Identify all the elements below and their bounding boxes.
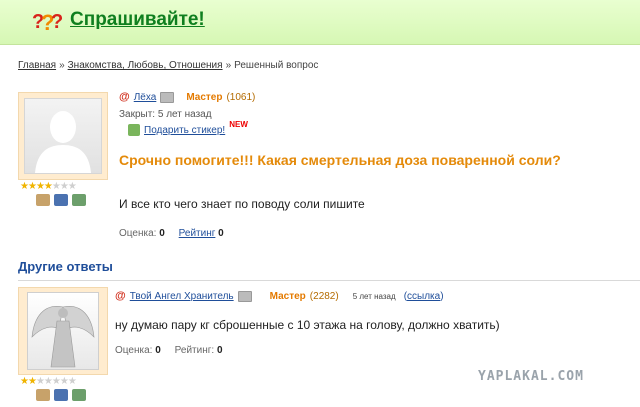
- svg-text:?: ?: [51, 11, 63, 33]
- breadcrumb-category[interactable]: Знакомства, Любовь, Отношения: [68, 60, 223, 71]
- at-icon: @: [119, 91, 130, 103]
- score-value: 0: [155, 345, 161, 356]
- star-icon: ★: [35, 376, 45, 387]
- blog-icon[interactable]: [72, 389, 86, 401]
- score-label: Оценка:: [119, 228, 157, 239]
- question-author-actions: [36, 194, 86, 206]
- answer-author-actions: [36, 389, 86, 401]
- question-closed-status: Закрыт: 5 лет назад: [119, 109, 212, 120]
- answer-author-line: @ Твой Ангел Хранитель Мастер (2282) 5 л…: [115, 290, 444, 302]
- star-icon: ★: [51, 376, 61, 387]
- watermark: YAPLAKAL.COM: [478, 369, 584, 384]
- site-logo-link[interactable]: Спрашивайте!: [70, 9, 205, 31]
- question-rating-line: Оценка: 0 Рейтинг 0: [119, 228, 224, 239]
- breadcrumb: Главная» Знакомства, Любовь, Отношения» Ре…: [18, 60, 318, 71]
- answer-author-link[interactable]: Твой Ангел Хранитель: [130, 291, 234, 302]
- answer-date: 5 лет назад: [352, 291, 396, 301]
- gift-sticker-line: Подарить стикер! NEW: [128, 120, 248, 136]
- breadcrumb-current: Решенный вопрос: [234, 60, 319, 71]
- mail-icon[interactable]: [160, 91, 175, 103]
- star-icon: ★: [51, 181, 61, 192]
- question-author-stars: ★★★★★★★: [20, 181, 77, 192]
- link-paren-close: ): [440, 290, 444, 302]
- author-rank: Мастер: [269, 290, 306, 302]
- blog-icon[interactable]: [72, 194, 86, 206]
- answer-body: ну думаю пару кг сброшенные с 10 этажа н…: [115, 318, 500, 332]
- avatar[interactable]: [24, 98, 102, 174]
- default-user-icon: [35, 111, 91, 173]
- new-badge: NEW: [229, 119, 248, 129]
- star-icon: ★: [43, 376, 53, 387]
- question-author-line: @ Лёха Мастер (1061): [119, 91, 255, 103]
- score-value: 0: [159, 228, 165, 239]
- rating-value: 0: [216, 345, 223, 356]
- score-label: Оценка:: [115, 345, 153, 356]
- gift-icon[interactable]: [128, 124, 140, 136]
- answer-avatar-frame: [18, 287, 108, 375]
- breadcrumb-home[interactable]: Главная: [18, 60, 56, 71]
- gift-sticker-link[interactable]: Подарить стикер!: [144, 125, 225, 136]
- question-title: Срочно помогите!!! Какая смертельная доз…: [119, 152, 561, 168]
- photo-icon[interactable]: [54, 389, 68, 401]
- answer-author-stars: ★★★★★★★: [20, 376, 77, 387]
- angel-image-icon: [31, 306, 95, 368]
- star-icon: ★: [27, 376, 37, 387]
- question-marks-icon[interactable]: ? ? ?: [32, 8, 64, 34]
- star-icon: ★: [43, 181, 53, 192]
- star-icon: ★: [59, 376, 69, 387]
- rating-value: 0: [218, 228, 224, 239]
- rating-link[interactable]: Рейтинг: [179, 228, 216, 239]
- friends-icon[interactable]: [36, 389, 50, 401]
- breadcrumb-separator: »: [59, 60, 65, 71]
- friends-icon[interactable]: [36, 194, 50, 206]
- rating-label: Рейтинг:: [174, 345, 215, 356]
- photo-icon[interactable]: [54, 194, 68, 206]
- mail-icon[interactable]: [237, 290, 252, 302]
- star-icon: ★: [35, 181, 45, 192]
- divider: [18, 280, 640, 281]
- question-body: И все кто чего знает по поводу соли пиши…: [119, 197, 365, 211]
- other-answers-heading: Другие ответы: [18, 259, 113, 274]
- star-icon: ★: [20, 181, 29, 192]
- author-points: (2282): [309, 290, 339, 302]
- author-rank: Мастер: [186, 91, 223, 103]
- question-avatar-frame: [18, 92, 108, 180]
- avatar[interactable]: [27, 292, 99, 370]
- answer-permalink[interactable]: ссылка: [407, 291, 440, 302]
- answer-link-wrapper: (ссылка): [404, 291, 444, 302]
- star-icon: ★: [67, 181, 77, 192]
- question-author-link[interactable]: Лёха: [134, 92, 157, 103]
- star-icon: ★: [27, 181, 37, 192]
- answer-rating-line: Оценка: 0 Рейтинг: 0: [115, 345, 223, 356]
- star-icon: ★: [67, 376, 77, 387]
- author-points: (1061): [226, 91, 256, 103]
- site-header: ? ? ? Спрашивайте!: [0, 0, 640, 45]
- breadcrumb-separator: »: [225, 60, 232, 71]
- at-icon: @: [115, 290, 126, 302]
- star-icon: ★: [20, 376, 29, 387]
- star-icon: ★: [59, 181, 69, 192]
